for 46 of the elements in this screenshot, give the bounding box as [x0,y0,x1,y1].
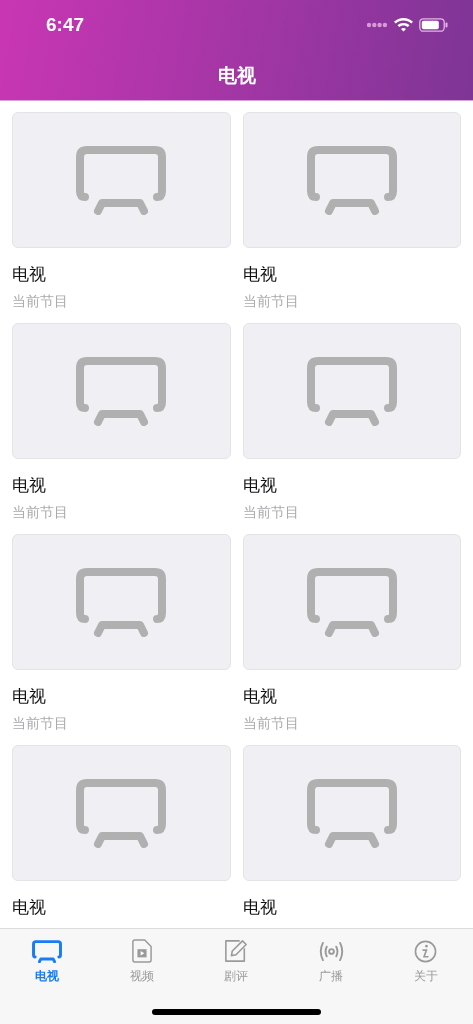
tv-icon [306,778,397,848]
nav-title: 电视 [216,63,257,88]
card-title: 电视 [242,896,277,918]
card-subtitle: 当前节目 [242,292,299,311]
tab-item[interactable]: 剧评 [189,938,284,985]
status-time: 6:47 [46,14,85,36]
tv-icon [306,145,397,215]
pencil-square-icon [224,939,249,963]
tv-icon [306,567,397,637]
tv-icon [32,939,63,963]
broadcast-icon [317,940,345,962]
wifi-icon [394,18,413,32]
card-title: 电视 [242,685,277,707]
card-title: 电视 [12,474,46,496]
card-title: 电视 [12,896,46,918]
signal-icon [366,22,388,28]
info-icon [414,939,438,963]
tv-icon [306,356,397,426]
tv-icon [76,778,167,848]
card-title: 电视 [242,263,277,285]
tv-thumbnail[interactable] [12,745,231,881]
card-subtitle: 当前节目 [242,714,299,733]
home-indicator[interactable] [152,1009,321,1015]
card-title: 电视 [12,263,46,285]
tv-thumbnail[interactable] [12,112,231,248]
tv-thumbnail[interactable] [12,534,231,670]
tv-thumbnail[interactable] [242,745,461,881]
card-subtitle: 当前节目 [242,503,299,522]
tv-icon [76,145,167,215]
tv-thumbnail[interactable] [242,534,461,670]
video-file-icon [131,939,152,963]
tv-thumbnail[interactable] [12,323,231,459]
card-title: 电视 [242,474,277,496]
tv-icon [76,356,167,426]
tab-item[interactable]: 电视 [0,938,95,985]
card-title: 电视 [12,685,46,707]
tab-item[interactable]: 关于 [378,938,473,985]
tab-item[interactable]: 广播 [283,938,379,985]
card-subtitle: 当前节目 [12,292,68,311]
card-subtitle: 当前节目 [12,714,68,733]
tv-icon [76,567,167,637]
card-subtitle: 当前节目 [12,503,68,522]
tab-item[interactable]: 视频 [94,938,190,985]
tv-thumbnail[interactable] [242,112,461,248]
battery-icon [419,18,448,32]
tv-thumbnail[interactable] [242,323,461,459]
